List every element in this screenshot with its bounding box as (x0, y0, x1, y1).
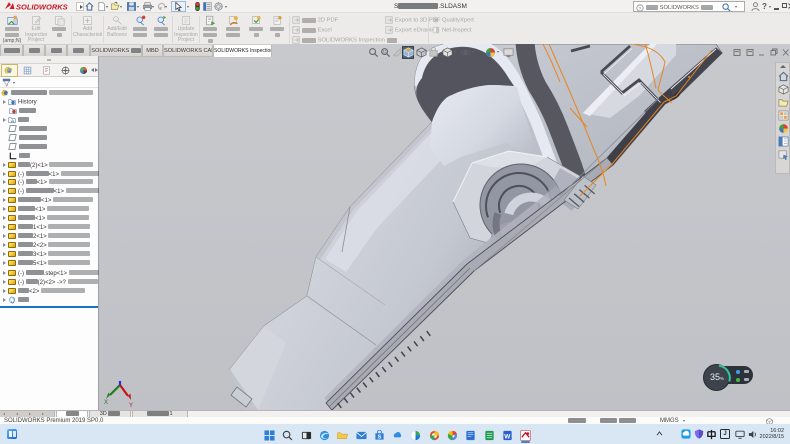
svg-text:?: ? (638, 6, 641, 12)
svg-text:SOLIDWORKS: SOLIDWORKS (16, 3, 68, 12)
svg-text:X: X (104, 400, 108, 406)
svg-text:W: W (504, 433, 511, 440)
svg-text:S: S (378, 434, 382, 440)
svg-text:Y: Y (129, 403, 133, 409)
